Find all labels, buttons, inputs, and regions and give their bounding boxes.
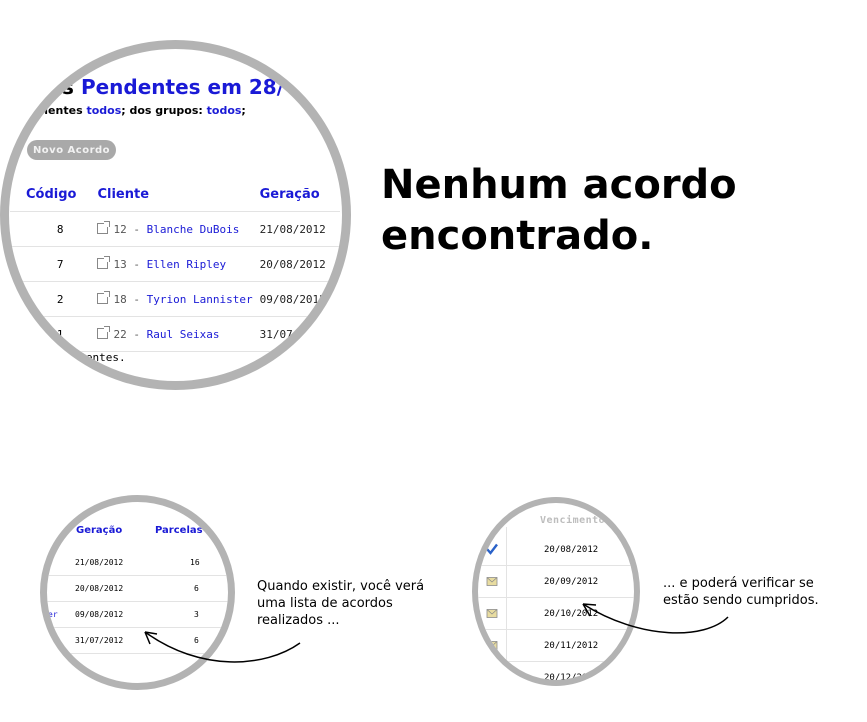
right-arrow-icon: [582, 603, 729, 634]
